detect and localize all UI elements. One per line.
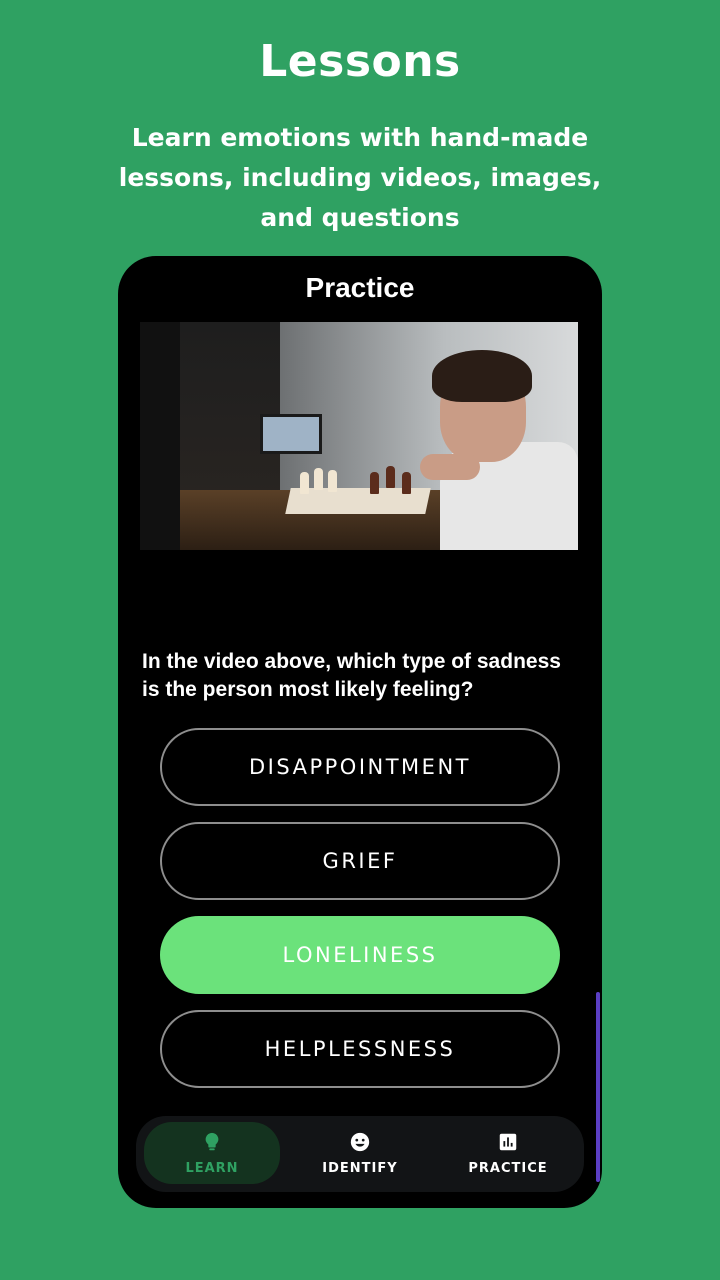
answer-label: GRIEF: [322, 849, 398, 873]
answer-loneliness[interactable]: LONELINESS: [160, 916, 560, 994]
chess-piece: [402, 472, 411, 494]
chess-piece: [314, 468, 323, 490]
video-letterbox: [140, 322, 180, 550]
answer-label: DISAPPOINTMENT: [249, 755, 471, 779]
scroll-indicator: [596, 992, 600, 1182]
nav-label: IDENTIFY: [322, 1160, 398, 1176]
video-player[interactable]: [140, 322, 578, 550]
answer-label: LONELINESS: [282, 943, 438, 967]
smiley-face-icon: [350, 1132, 370, 1151]
person-arm: [420, 454, 480, 480]
promo-subtitle: Learn emotions with hand-made lessons, i…: [118, 123, 602, 232]
nav-label: LEARN: [185, 1160, 239, 1176]
chess-piece: [328, 470, 337, 492]
video-tv: [260, 414, 322, 454]
bar-chart-icon: [499, 1133, 517, 1150]
person-hair: [432, 350, 532, 402]
nav-learn[interactable]: LEARN: [144, 1122, 280, 1184]
answer-label: HELPLESSNESS: [264, 1037, 456, 1061]
bottom-nav: LEARN IDENTIFY PRACTICE: [136, 1116, 584, 1192]
answer-helplessness[interactable]: HELPLESSNESS: [160, 1010, 560, 1088]
nav-identify[interactable]: IDENTIFY: [292, 1122, 428, 1184]
chess-piece: [370, 472, 379, 494]
question-text: In the video above, which type of sadnes…: [142, 650, 561, 701]
lightbulb-icon: [205, 1132, 219, 1150]
promo-title: Lessons: [259, 36, 461, 87]
chess-piece: [386, 466, 395, 488]
screen-title: Practice: [305, 272, 415, 303]
answer-disappointment[interactable]: DISAPPOINTMENT: [160, 728, 560, 806]
phone-frame: Practice In the video above, which type …: [118, 256, 602, 1208]
chess-piece: [300, 472, 309, 494]
answer-grief[interactable]: GRIEF: [160, 822, 560, 900]
nav-label: PRACTICE: [468, 1160, 548, 1176]
nav-practice[interactable]: PRACTICE: [440, 1122, 576, 1184]
